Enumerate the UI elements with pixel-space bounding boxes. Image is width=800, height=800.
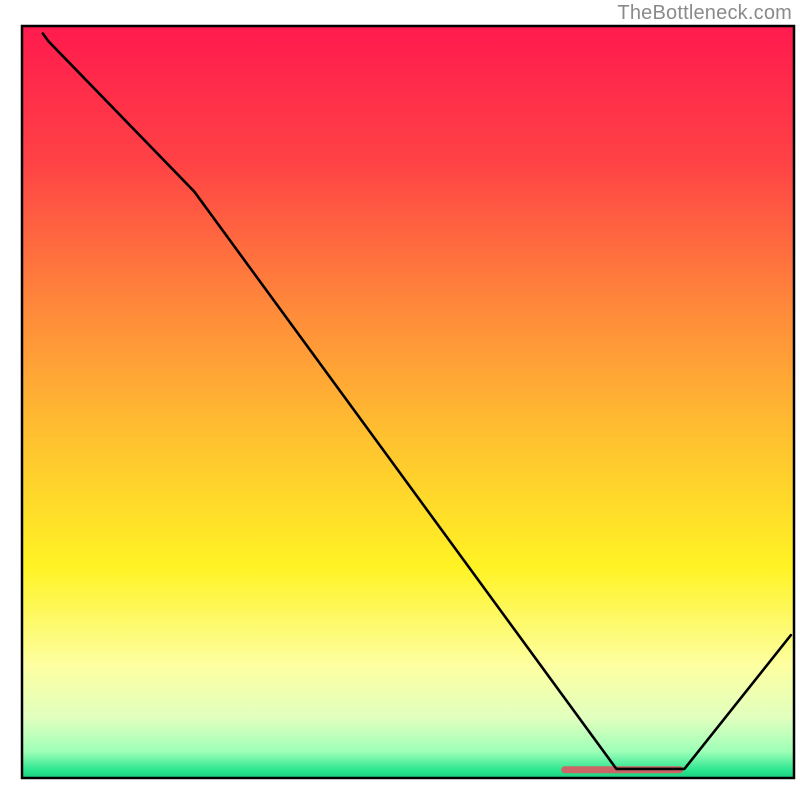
bottleneck-chart: [0, 0, 800, 800]
plot-background: [22, 26, 794, 778]
